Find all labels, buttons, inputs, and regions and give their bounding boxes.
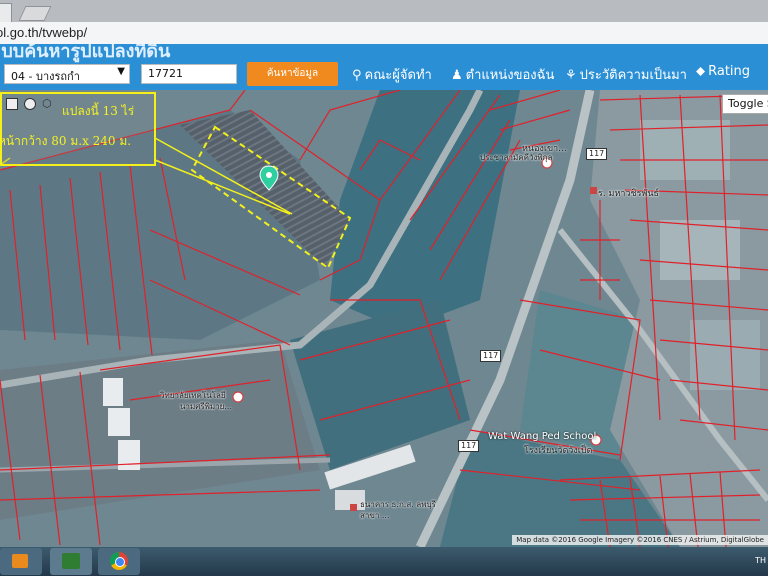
map-label-wat-school-th: โรงเรียนวัดวังเป็ด [524, 446, 593, 456]
square-tool-icon[interactable] [6, 98, 18, 110]
map-label-college-2: นามศรีพิมาย... [180, 402, 232, 411]
antenna-icon: ⚲ [352, 68, 362, 83]
callout-dimension-text: หน้ากว้าง 80 ม.x 240 ม. [0, 134, 132, 148]
nav-history[interactable]: ⚘ ประวัติความเป็นมา [565, 64, 687, 85]
nav-rating-label: Rating [708, 64, 751, 79]
tag-icon: ⬥ [696, 64, 706, 79]
browser-tab[interactable] [0, 3, 12, 23]
nav-rating[interactable]: ⬥ Rating [696, 64, 750, 79]
building-marker-icon [590, 187, 597, 194]
parcel-number-input[interactable]: 17721 [141, 64, 237, 84]
map-label-school-top: ประชาสามัคคีวังพิกุล [480, 153, 553, 162]
callout-area-text: แปลงนี้ 13 ไร่ [62, 104, 135, 118]
nav-my-location-label: ตำแหน่งของฉัน [465, 68, 555, 83]
parcel-callout: ⬡ แปลงนี้ 13 ไร่ หน้ากว้าง 80 ม.x 240 ม. [0, 92, 156, 166]
flower-icon: ⚘ [565, 68, 577, 83]
map-label-bank-2: สาขา ... [360, 511, 390, 520]
media-player-icon[interactable] [0, 548, 42, 575]
language-indicator[interactable]: TH [755, 556, 766, 565]
site-title: ระบบค้นหารูปแปลงที่ดิน [0, 44, 171, 62]
road-shield-117: 117 [458, 440, 480, 452]
nav-history-label: ประวัติความเป็นมา [579, 68, 687, 83]
chevron-down-icon: ▼ [117, 66, 125, 77]
district-select-value: 04 - บางรถกำ [11, 70, 80, 83]
map-attribution: Map data ©2016 Google Imagery ©2016 CNES… [512, 535, 768, 545]
browser-tab-strip [0, 0, 768, 23]
address-bar[interactable]: ol.go.th/tvwebp/ [0, 22, 768, 45]
nav-my-location[interactable]: ♟ ตำแหน่งของฉัน [451, 64, 554, 85]
map-label-wat-school: Wat Wang Ped School [488, 431, 597, 442]
nav-team[interactable]: ⚲ คณะผู้จัดทำ [352, 64, 432, 85]
drawing-tools [2, 186, 54, 200]
windows-taskbar: TH [0, 547, 768, 576]
url-text[interactable]: ol.go.th/tvwebp/ [0, 25, 87, 40]
college-pin-icon [232, 391, 244, 403]
excel-icon[interactable] [50, 548, 92, 575]
chrome-icon[interactable] [98, 548, 140, 575]
search-button[interactable]: ค้นหาข้อมูล [247, 62, 338, 86]
site-header: ระบบค้นหารูปแปลงที่ดิน 04 - บางรถกำ ▼ 17… [0, 44, 768, 90]
district-select[interactable]: 04 - บางรถกำ ▼ [4, 64, 130, 84]
toggle-street-button[interactable]: Toggle Street [722, 94, 768, 114]
map-label-place-right: ร. มหาวชิรพันธ์ [598, 189, 660, 199]
nav-team-label: คณะผู้จัดทำ [364, 68, 432, 83]
polygon-tool-icon[interactable]: ⬡ [42, 97, 52, 110]
circle-tool-icon[interactable] [24, 98, 36, 110]
bank-marker-icon [350, 504, 357, 511]
road-shield-117: 117 [480, 350, 502, 362]
person-icon: ♟ [451, 68, 463, 83]
new-tab-button[interactable] [18, 6, 52, 21]
road-shield-117: 117 [586, 148, 608, 160]
